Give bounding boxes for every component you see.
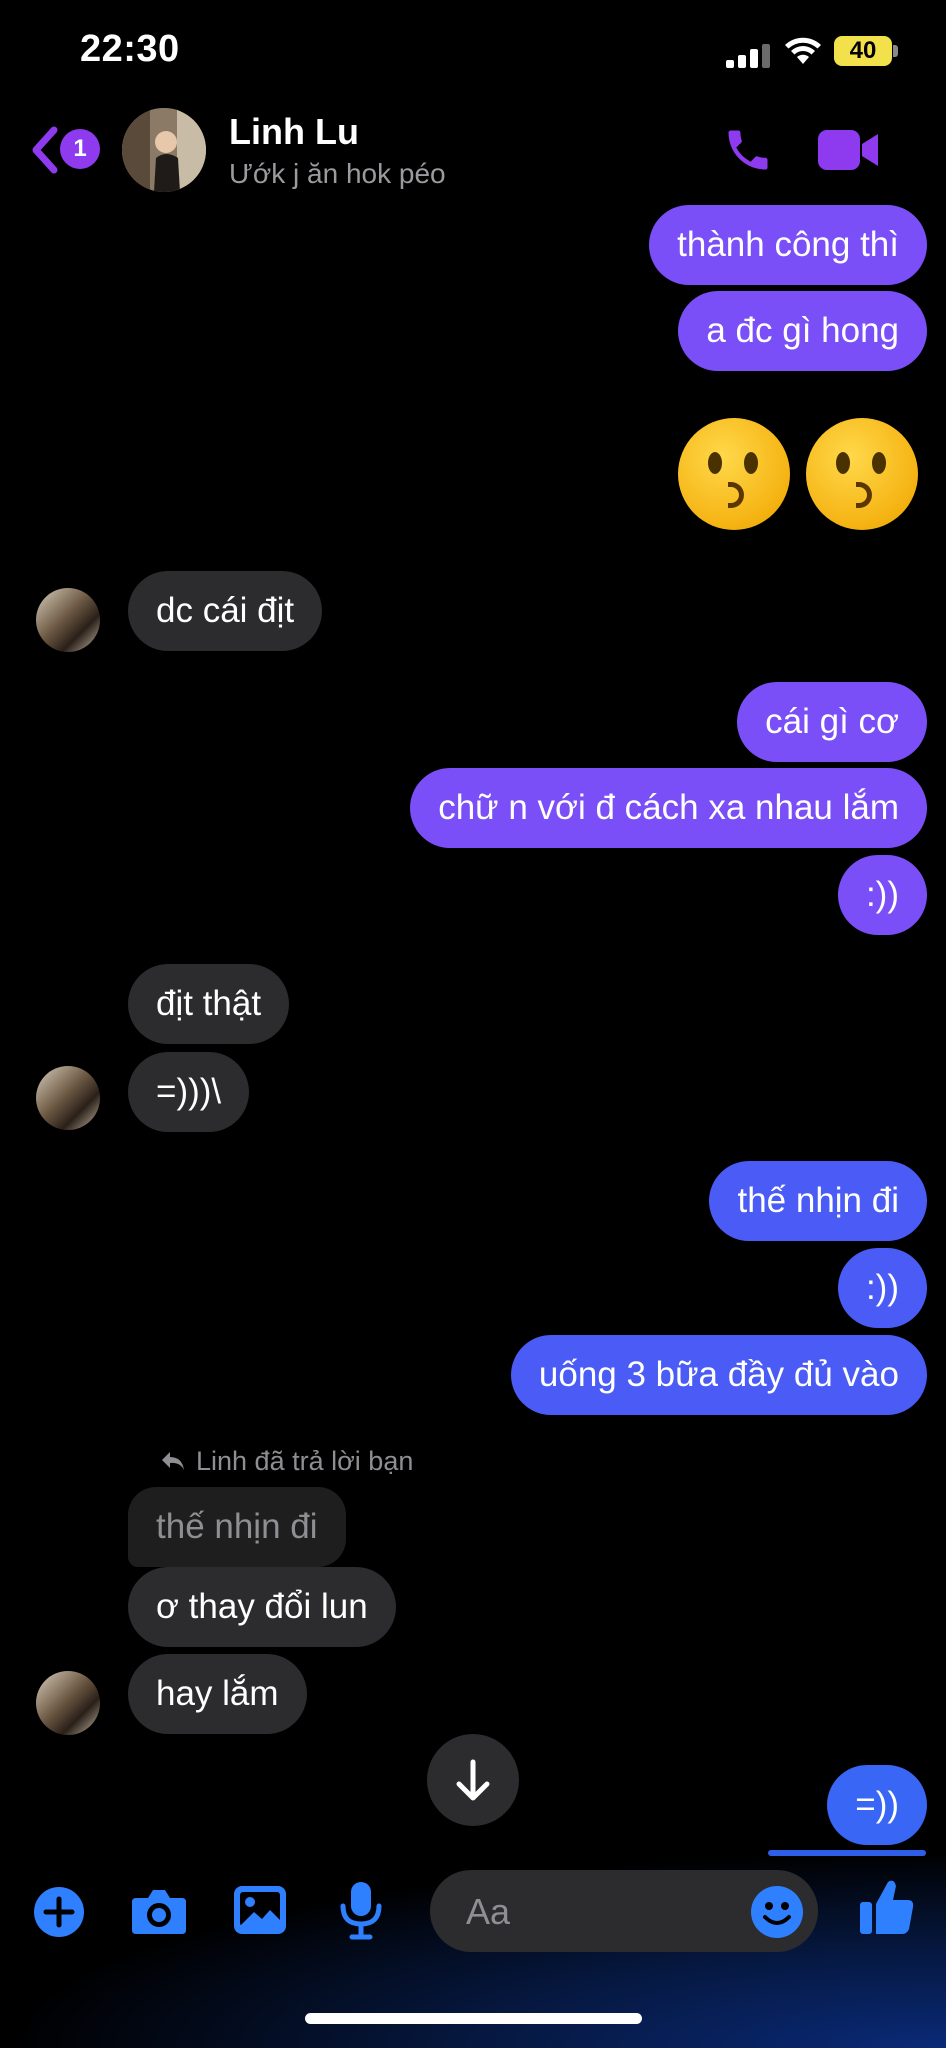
status-time: 22:30 — [80, 28, 180, 70]
message-bubble-outgoing[interactable]: thành công thì — [649, 205, 927, 285]
sender-avatar[interactable] — [36, 1066, 100, 1130]
message-bubble-incoming[interactable]: địt thật — [128, 964, 290, 1044]
unread-badge[interactable]: 1 — [60, 129, 100, 169]
microphone-icon[interactable] — [338, 1880, 384, 1940]
camera-icon[interactable] — [130, 1884, 188, 1938]
video-camera-icon[interactable] — [816, 128, 880, 172]
battery-indicator: 40 — [834, 36, 892, 66]
message-bubble-outgoing[interactable]: a đc gì hong — [678, 291, 927, 371]
cellular-signal-icon — [726, 44, 770, 68]
message-bubble-outgoing[interactable]: =)) — [827, 1765, 927, 1845]
quoted-message[interactable]: thế nhịn đi — [128, 1487, 346, 1567]
message-bubble-outgoing[interactable]: :)) — [837, 1248, 927, 1328]
message-input-placeholder[interactable]: Aa — [466, 1891, 510, 1933]
message-bubble-outgoing[interactable]: chữ n với đ cách xa nhau lắm — [410, 768, 927, 848]
wifi-icon — [785, 37, 821, 64]
reply-note: Linh đã trả lời bạn — [196, 1446, 414, 1476]
smiley-icon[interactable] — [750, 1885, 804, 1939]
chevron-left-icon[interactable] — [28, 126, 60, 174]
message-bubble-outgoing[interactable]: thế nhịn đi — [709, 1161, 927, 1241]
plus-circle-icon[interactable] — [33, 1886, 85, 1938]
contact-name[interactable]: Linh Lu — [229, 111, 359, 153]
reply-arrow-icon — [162, 1452, 184, 1470]
message-bubble-incoming[interactable]: ơ thay đổi lun — [128, 1567, 396, 1647]
sender-avatar[interactable] — [36, 588, 100, 652]
thumbs-up-icon[interactable] — [858, 1876, 916, 1938]
home-indicator — [305, 2013, 642, 2024]
message-bubble-incoming[interactable]: dc cái địt — [128, 571, 323, 651]
message-bubble-outgoing[interactable]: uống 3 bữa đầy đủ vào — [510, 1335, 927, 1415]
outgoing-bubble-edge — [768, 1850, 926, 1856]
sender-avatar[interactable] — [36, 1671, 100, 1735]
kissing-face-emoji[interactable] — [678, 418, 790, 530]
contact-status: Ướk j ăn hok péo — [229, 158, 446, 189]
kissing-face-emoji[interactable] — [806, 418, 918, 530]
message-bubble-outgoing[interactable]: cái gì cơ — [737, 682, 927, 762]
image-icon[interactable] — [232, 1884, 288, 1936]
contact-avatar[interactable] — [122, 108, 206, 192]
scroll-down-button[interactable] — [427, 1734, 519, 1826]
message-bubble-incoming[interactable]: =)))\ — [128, 1052, 250, 1132]
battery-nub — [893, 45, 898, 57]
message-bubble-incoming[interactable]: hay lắm — [128, 1654, 307, 1734]
phone-icon[interactable] — [722, 124, 774, 176]
arrow-down-icon — [456, 1759, 490, 1801]
message-bubble-outgoing[interactable]: :)) — [837, 855, 927, 935]
